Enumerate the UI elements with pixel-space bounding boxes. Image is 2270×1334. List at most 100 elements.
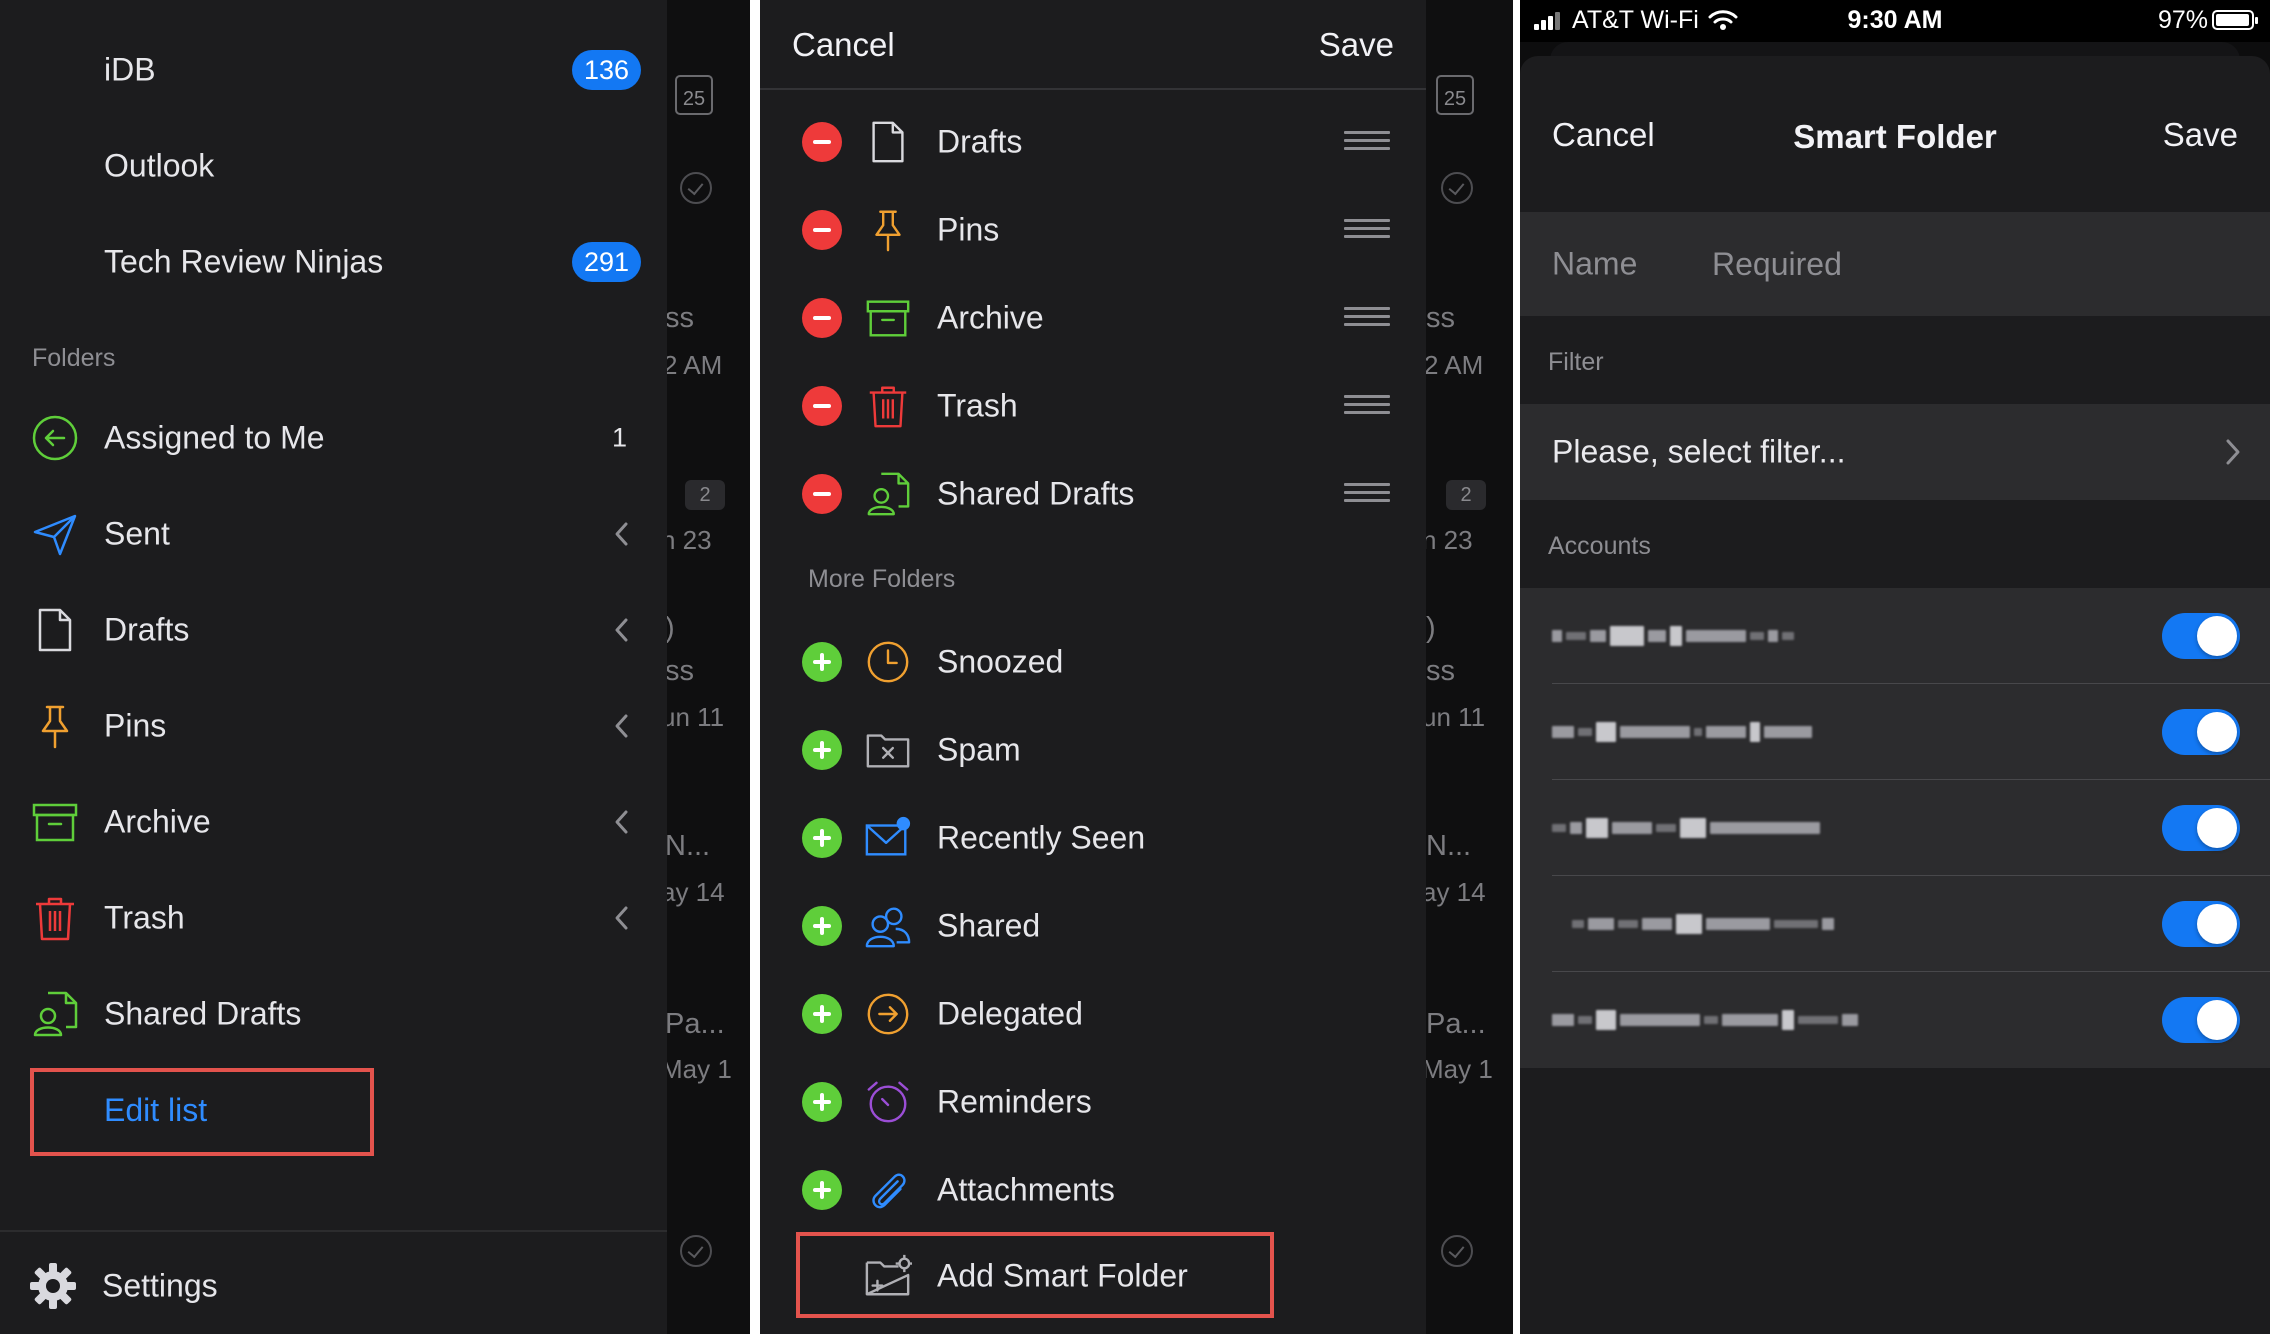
account-toggle-row [1520,780,2270,876]
name-field[interactable] [1712,238,2232,290]
folder-name: Trash [937,387,1018,424]
delegated-icon [867,993,909,1035]
account-name: Outlook [104,147,215,184]
add-smart-folder-button[interactable]: Add Smart Folder [760,1232,1426,1320]
account-row-idb[interactable]: iDB 136 [0,22,667,118]
reorder-handle-icon[interactable] [1344,131,1390,153]
folder-name: Delegated [937,995,1083,1032]
page-title: Smart Folder [1793,118,1997,155]
chevron-left-icon[interactable] [609,615,633,645]
checkmark-icon[interactable] [1441,172,1473,204]
folder-row-drafts[interactable]: Drafts [0,582,667,678]
chevron-left-icon[interactable] [609,711,633,741]
chevron-right-icon [2226,439,2240,465]
folder-name: Pins [937,211,1000,248]
folders-section-label: Folders [32,344,116,372]
shared-drafts-icon [867,472,910,516]
add-button[interactable] [802,818,842,858]
reorder-handle-icon[interactable] [1344,219,1390,241]
reorder-handle-icon[interactable] [1344,307,1390,329]
add-button[interactable] [802,1082,842,1122]
accounts-section-label: Accounts [1548,532,1651,560]
account-row-tech-review-ninjas[interactable]: Tech Review Ninjas 291 [0,214,667,310]
add-button[interactable] [802,906,842,946]
archive-icon [866,300,910,337]
account-toggle[interactable] [2162,613,2240,659]
battery-icon [2212,10,2258,30]
edit-list-link[interactable]: Edit list [104,1092,207,1129]
checkmark-icon[interactable] [1441,1235,1473,1267]
folder-count: 1 [611,422,627,453]
add-smart-folder-label: Add Smart Folder [937,1257,1188,1294]
shared-drafts-icon [33,991,78,1037]
account-toggle[interactable] [2162,805,2240,851]
smart-folder-icon [865,1254,912,1296]
folder-row-assigned-to-me[interactable]: Assigned to Me 1 [0,390,667,486]
shared-icon [865,907,911,948]
status-bar: AT&T Wi-Fi 9:30 AM 97% [1520,0,2270,42]
name-label: Name [1552,245,1638,282]
settings-row[interactable]: Settings [0,1238,667,1334]
chevron-left-icon[interactable] [609,903,633,933]
folder-row-trash[interactable]: Trash [0,870,667,966]
account-toggle[interactable] [2162,997,2240,1043]
folder-name: Pins [104,707,167,744]
folder-row-shared-drafts[interactable]: Shared Drafts [0,966,667,1062]
add-row-spam: Spam [760,706,1426,794]
divider [0,1230,667,1232]
remove-button[interactable] [802,298,842,338]
folder-name: Assigned to Me [104,419,325,456]
folder-drawer: iDB 136 Outlook Tech Review Ninjas 291 F… [0,0,667,1334]
chevron-left-icon[interactable] [609,807,633,837]
folder-name: Trash [104,899,185,936]
edit-list-panel: 25 ss 2 AM 2 n 23 ) ss un 11 N... ay 14 … [760,0,1513,1334]
drafts-icon [38,608,72,652]
add-button[interactable] [802,1170,842,1210]
paperclip-icon [872,1173,906,1209]
trash-icon [36,897,74,941]
name-row: Name [1520,212,2270,316]
edit-row-archive: Archive [760,274,1426,362]
remove-button[interactable] [802,386,842,426]
remove-button[interactable] [802,210,842,250]
add-button[interactable] [802,994,842,1034]
folder-name: Archive [937,299,1044,336]
folder-name: Shared [937,907,1041,944]
redacted-account-email [1552,1009,1858,1031]
edit-list-sheet: Cancel Save Drafts Pins Archive Trash Sh… [760,0,1426,1334]
folder-name: Snoozed [937,643,1064,680]
save-button[interactable]: Save [1319,26,1394,64]
folder-name: Shared Drafts [937,475,1135,512]
add-button[interactable] [802,730,842,770]
reorder-handle-icon[interactable] [1344,483,1390,505]
calendar-icon[interactable]: 25 [1436,75,1474,115]
recently-seen-icon [865,816,911,856]
account-toggle[interactable] [2162,709,2240,755]
calendar-icon[interactable]: 25 [675,75,713,115]
checkmark-icon[interactable] [680,1235,712,1267]
add-button[interactable] [802,642,842,682]
folder-row-sent[interactable]: Sent [0,486,667,582]
add-row-shared: Shared [760,882,1426,970]
add-row-delegated: Delegated [760,970,1426,1058]
unread-badge: 291 [571,242,641,282]
smart-folder-panel: AT&T Wi-Fi 9:30 AM 97% Cancel Smart Fold… [1520,0,2270,1334]
edit-row-trash: Trash [760,362,1426,450]
chevron-left-icon[interactable] [609,519,633,549]
archive-icon [32,803,78,842]
cancel-button[interactable]: Cancel [792,26,895,64]
folder-row-archive[interactable]: Archive [0,774,667,870]
checkmark-icon[interactable] [680,172,712,204]
folder-name: Drafts [104,611,190,648]
remove-button[interactable] [802,122,842,162]
reorder-handle-icon[interactable] [1344,395,1390,417]
account-name: Tech Review Ninjas [104,243,384,280]
folder-row-pins[interactable]: Pins [0,678,667,774]
account-toggle-row [1520,972,2270,1068]
remove-button[interactable] [802,474,842,514]
account-toggle[interactable] [2162,901,2240,947]
account-row-outlook[interactable]: Outlook [0,118,667,214]
save-button[interactable]: Save [2163,116,2238,154]
filter-select-row[interactable]: Please, select filter... [1520,404,2270,500]
folder-name: Reminders [937,1083,1092,1120]
